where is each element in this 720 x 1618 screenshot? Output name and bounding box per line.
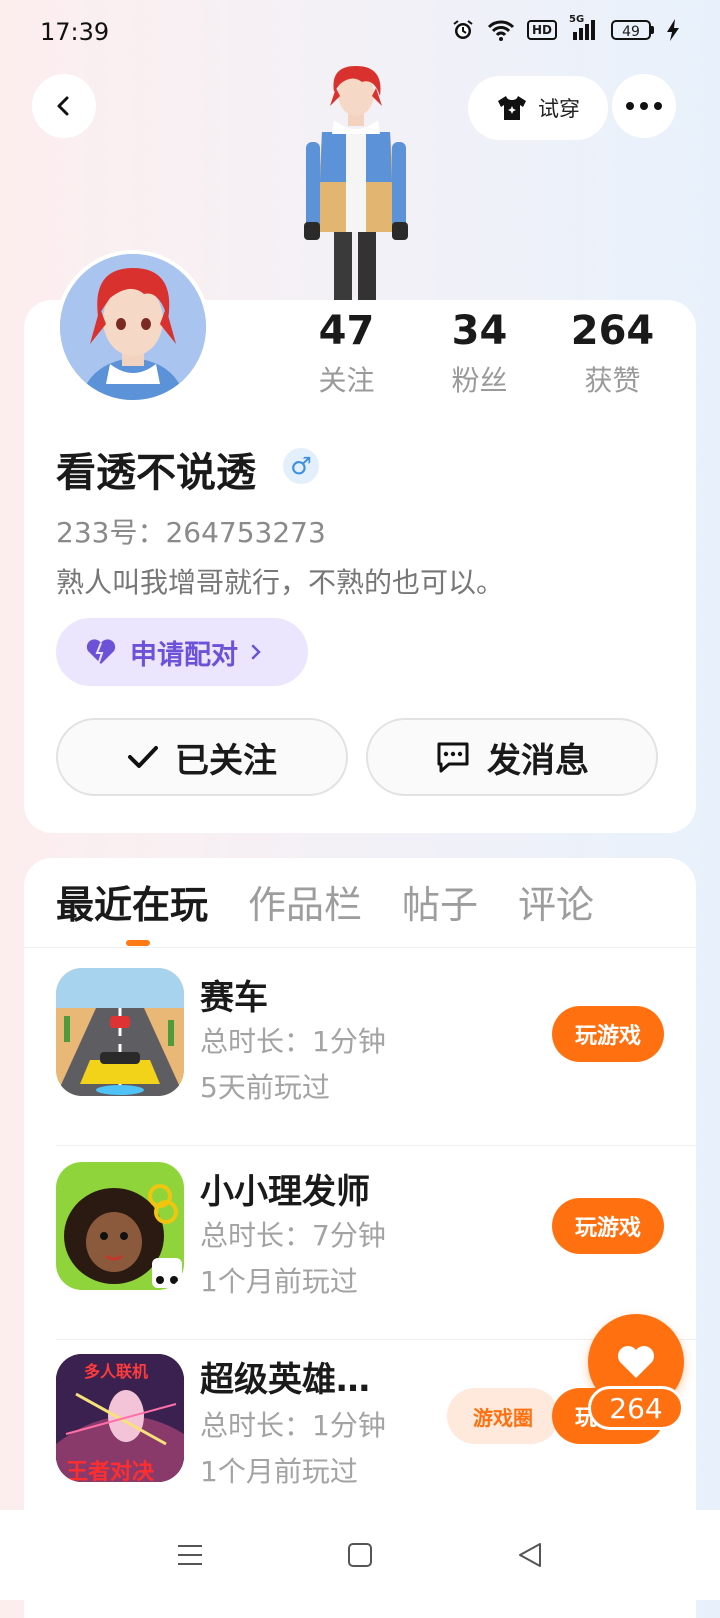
heart-pair-icon [86,639,116,664]
play-game-button[interactable]: 玩游戏 [552,1198,664,1254]
send-message-label: 发消息 [487,740,589,781]
check-icon [128,746,158,768]
network-label: 5G [569,14,585,25]
alarm-icon [453,20,473,39]
like-count: 264 [588,1386,684,1430]
stat-following[interactable]: 47 关注 [280,305,413,401]
profile-avatar[interactable] [56,250,210,404]
hd-badge: HD [526,20,557,40]
hero-game-icon: 多人联机 王者对决 [56,1354,184,1482]
wifi-icon [487,20,515,41]
square-icon [348,1543,372,1567]
more-options-button[interactable] [612,74,676,138]
stat-likes-count: 264 [570,308,655,354]
active-tab-indicator [126,940,150,946]
menu-nav-button[interactable] [170,1535,210,1575]
stat-followers[interactable]: 34 粉丝 [413,305,546,401]
male-gender-icon: ♂ [283,448,319,484]
game-duration: 总时长：7分钟 [200,1219,386,1252]
profile-tabs: 最近在玩 作品栏 帖子 评论 [56,880,594,930]
more-dots-icon [626,102,662,110]
game-last-played: 5天前玩过 [200,1071,330,1104]
avatar-3d-character[interactable] [300,62,412,302]
user-id: 233号：264753273 [56,516,326,549]
stat-followers-count: 34 [451,308,508,354]
hero-icon-text-bottom: 王者对决 [66,1459,155,1482]
user-bio: 熟人叫我增哥就行，不熟的也可以。 [56,566,505,599]
game-row-barber[interactable]: 小小理发师 总时长：7分钟 1个月前玩过 玩游戏 [24,1146,696,1341]
barber-game-icon [56,1162,184,1290]
game-name: 赛车 [200,978,268,1018]
shirt-sparkle-icon [498,96,526,120]
stat-followers-label: 粉丝 [451,364,508,397]
hero-icon-text-top: 多人联机 [84,1362,149,1381]
game-duration: 总时长：1分钟 [200,1025,386,1058]
game-last-played: 1个月前玩过 [200,1265,358,1298]
request-pairing-label: 申请配对 [130,639,238,671]
battery-level: 49 [611,20,651,40]
status-bar: 17:39 HD 5G 49 [0,0,720,64]
stat-following-count: 47 [318,308,375,354]
menu-icon [178,1545,202,1565]
username: 看透不说透 [56,450,256,496]
racing-game-icon [56,968,184,1096]
request-pairing-button[interactable]: 申请配对 [56,618,308,686]
following-button[interactable]: 已关注 [56,718,348,796]
cellular-signal-icon: 5G [569,14,599,42]
charging-icon [667,19,679,41]
game-row-racing[interactable]: 赛车 总时长：1分钟 5天前玩过 玩游戏 [24,950,696,1145]
profile-stats: 47 关注 34 粉丝 264 获赞 [280,305,680,401]
game-last-played: 1个月前玩过 [200,1455,358,1488]
following-label: 已关注 [175,740,277,781]
game-name: 小小理发师 [200,1172,370,1212]
chat-bubble-icon [437,742,469,773]
tab-divider [24,947,696,948]
try-on-button[interactable]: 试穿 [468,76,608,140]
status-time: 17:39 [40,18,110,46]
game-circle-button[interactable]: 游戏圈 [447,1388,559,1444]
battery-icon: 49 [611,20,654,40]
back-nav-button[interactable] [510,1535,550,1575]
send-message-button[interactable]: 发消息 [366,718,658,796]
home-nav-button[interactable] [340,1535,380,1575]
status-icons: HD 5G 49 [451,14,680,42]
game-name: 超级英雄… [200,1360,370,1400]
try-on-label: 试穿 [538,97,580,121]
back-button[interactable] [32,74,96,138]
stat-following-label: 关注 [318,364,375,397]
tab-recently-played[interactable]: 最近在玩 [56,880,208,930]
tab-comments[interactable]: 评论 [518,880,594,930]
tab-posts[interactable]: 帖子 [402,880,478,930]
heart-icon [618,1346,654,1378]
avatar-portrait [60,254,206,400]
tab-works[interactable]: 作品栏 [248,880,362,930]
stat-likes[interactable]: 264 获赞 [546,305,679,401]
system-nav-bar [0,1510,720,1600]
triangle-back-icon [519,1543,541,1567]
play-game-button[interactable]: 玩游戏 [552,1006,664,1062]
chevron-left-icon [57,96,69,116]
chevron-right-icon [251,644,261,660]
stat-likes-label: 获赞 [584,364,641,397]
game-duration: 总时长：1分钟 [200,1409,386,1442]
